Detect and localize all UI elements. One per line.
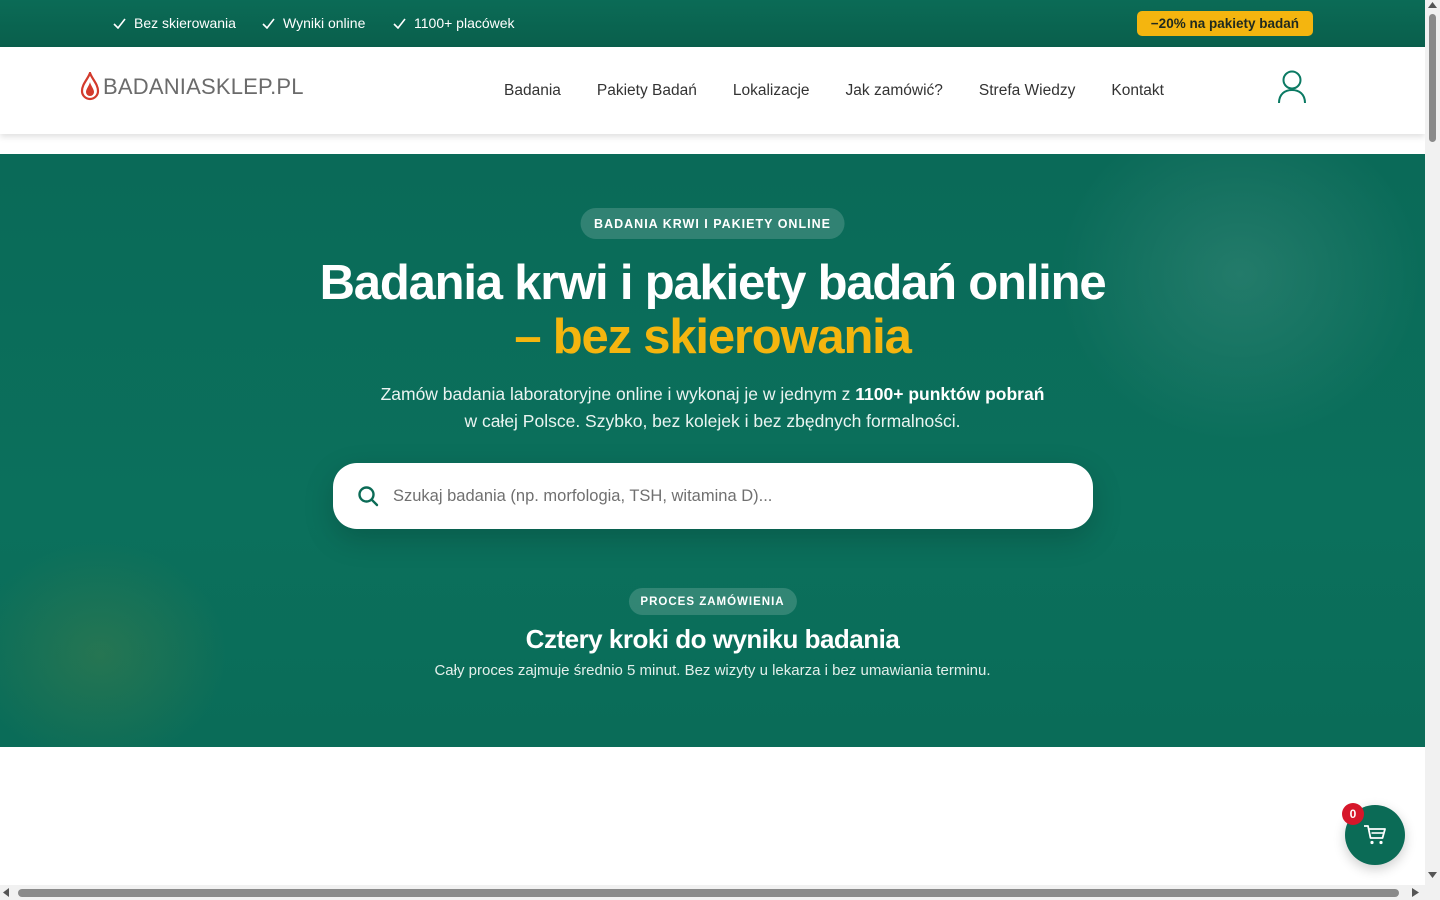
- process-badge: PROCES ZAMÓWIENIA: [628, 588, 797, 615]
- topbar-item-locations-count: 1100+ placówek: [393, 15, 515, 31]
- promo-badge-link[interactable]: −20% na pakiety badań: [1136, 11, 1313, 36]
- topbar-item-label: 1100+ placówek: [414, 15, 515, 31]
- scroll-up-arrow-icon[interactable]: [1428, 2, 1437, 9]
- hero-title-line1: Badania krwi i pakiety badań online: [319, 256, 1107, 310]
- cart-count-badge: 0: [1342, 803, 1364, 825]
- vertical-scrollbar[interactable]: [1425, 0, 1440, 885]
- topbar-item-online-results: Wyniki online: [262, 15, 365, 31]
- top-info-bar: Bez skierowania Wyniki online 1100+ plac…: [0, 0, 1425, 47]
- user-icon: [1278, 70, 1306, 104]
- hero-title: Badania krwi i pakiety badań online – be…: [0, 256, 1425, 364]
- hero-subtitle-highlight: 1100+ punktów pobrań: [855, 384, 1045, 404]
- check-icon: [262, 18, 275, 29]
- hero-badge: BADANIA KRWI I PAKIETY ONLINE: [580, 208, 845, 239]
- cart-icon: [1364, 825, 1386, 845]
- scroll-down-arrow-icon[interactable]: [1428, 872, 1437, 879]
- horizontal-scroll-thumb[interactable]: [18, 889, 1399, 897]
- scrollbar-corner: [1425, 885, 1440, 900]
- logo-text: BADANIASKLEP.PL: [103, 74, 304, 99]
- search-input[interactable]: [393, 486, 1053, 506]
- hero-subtitle-line2: w całej Polsce. Szybko, bez kolejek i be…: [464, 411, 961, 431]
- hero-section: BADANIA KRWI I PAKIETY ONLINE Badania kr…: [0, 154, 1425, 747]
- hero-subtitle: Zamów badania laboratoryjne online i wyk…: [0, 381, 1425, 435]
- hero-subtitle-part1: Zamów badania laboratoryjne online i wyk…: [380, 384, 856, 404]
- check-icon: [113, 18, 126, 29]
- nav-item-badania[interactable]: Badania: [504, 82, 561, 100]
- scroll-right-arrow-icon[interactable]: [1412, 888, 1419, 897]
- search-icon[interactable]: [357, 485, 379, 507]
- user-account-button[interactable]: [1276, 69, 1308, 105]
- nav-item-strefa-wiedzy[interactable]: Strefa Wiedzy: [979, 82, 1075, 100]
- process-subtitle: Cały proces zajmuje średnio 5 minut. Bez…: [434, 662, 991, 679]
- hero-title-accent: – bez skierowania: [514, 310, 911, 364]
- site-header: BADANIASKLEP.PL Badania Pakiety Badań Lo…: [0, 47, 1425, 134]
- nav-item-pakiety-badan[interactable]: Pakiety Badań: [597, 82, 697, 100]
- nav-item-lokalizacje[interactable]: Lokalizacje: [733, 82, 810, 100]
- check-icon: [393, 18, 406, 29]
- process-title: Cztery kroki do wyniku badania: [525, 624, 900, 654]
- scroll-left-arrow-icon[interactable]: [3, 888, 10, 897]
- main-nav: Badania Pakiety Badań Lokalizacje Jak za…: [504, 82, 1200, 100]
- search-box: [333, 463, 1093, 529]
- nav-item-jak-zamowic[interactable]: Jak zamówić?: [846, 82, 943, 100]
- vertical-scroll-thumb[interactable]: [1429, 14, 1436, 142]
- topbar-item-no-referral: Bez skierowania: [113, 15, 236, 31]
- topbar-item-label: Bez skierowania: [134, 15, 236, 31]
- nav-item-kontakt[interactable]: Kontakt: [1111, 82, 1164, 100]
- topbar-item-label: Wyniki online: [283, 15, 366, 31]
- horizontal-scrollbar[interactable]: [0, 885, 1425, 900]
- site-logo-link[interactable]: BADANIASKLEP.PL: [80, 72, 304, 102]
- blood-drop-icon: [80, 72, 100, 101]
